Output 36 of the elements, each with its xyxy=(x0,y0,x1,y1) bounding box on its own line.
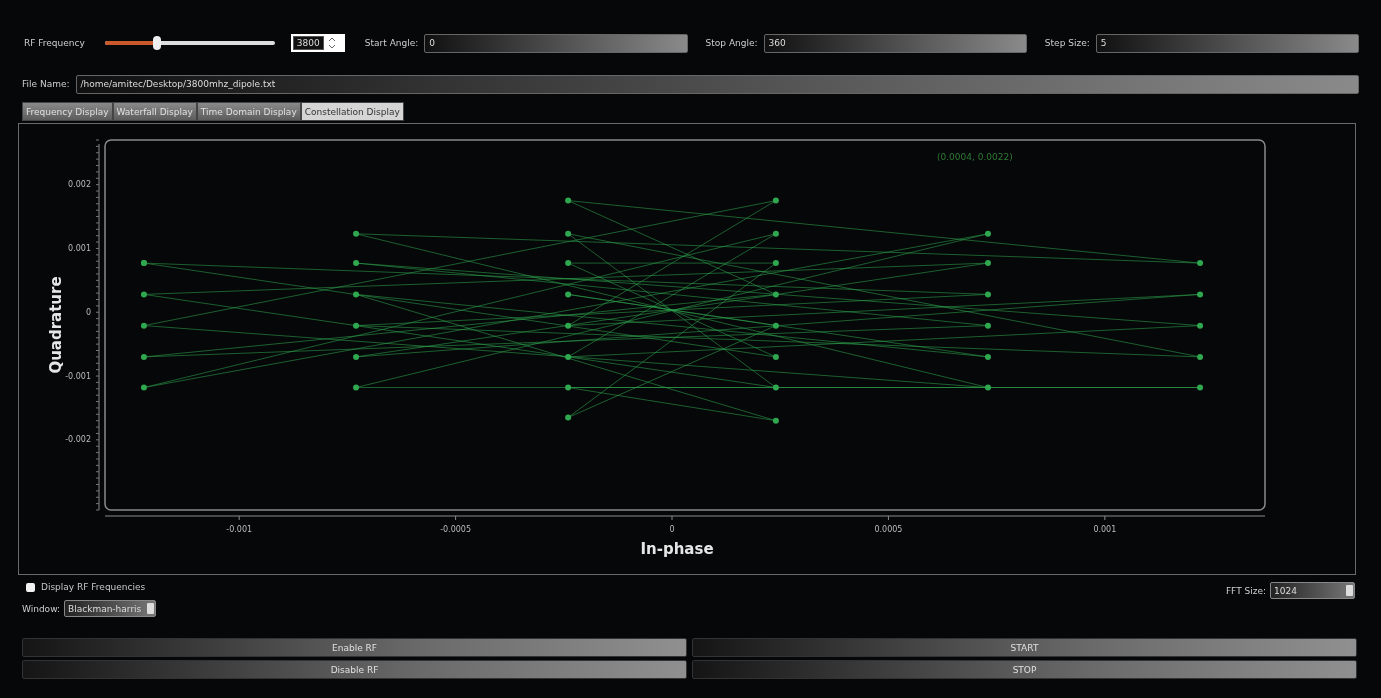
input-field[interactable]: 5 xyxy=(1095,33,1359,53)
tab[interactable]: Time Domain Display xyxy=(196,102,301,121)
action-button[interactable]: Enable RF xyxy=(22,638,687,657)
y-tick-label: 0.002 xyxy=(68,180,91,190)
fft-size-label: FFT Size: xyxy=(1225,585,1266,596)
tab[interactable]: Frequency Display xyxy=(22,102,113,121)
input-field[interactable]: 360 xyxy=(763,33,1027,53)
rf-frequency-label: RF Frequency xyxy=(24,38,85,48)
x-tick-label: -0.0005 xyxy=(440,525,472,534)
action-button[interactable]: Disable RF xyxy=(22,660,687,679)
x-axis-title: In-phase xyxy=(640,540,714,558)
y-axis-title: Quadrature xyxy=(47,276,65,374)
x-tick-label: 0 xyxy=(669,525,675,534)
tab[interactable]: Constellation Display xyxy=(300,102,404,121)
x-tick-label: -0.001 xyxy=(226,525,253,534)
y-tick-label: 0 xyxy=(85,307,91,317)
action-button[interactable]: START xyxy=(692,638,1357,657)
y-tick-label: 0.001 xyxy=(68,243,91,253)
y-tick-label: -0.002 xyxy=(65,435,91,445)
file-name-label: File Name: xyxy=(22,79,70,89)
action-button[interactable]: STOP xyxy=(692,660,1357,679)
field-label: Stop Angle: xyxy=(705,38,758,48)
window-label: Window: xyxy=(22,603,61,614)
y-tick-label: -0.001 xyxy=(65,371,91,381)
cursor-readout: (0.0004, 0.0022) xyxy=(937,152,1013,162)
field-label: Step Size: xyxy=(1044,38,1090,48)
frequency-spinbox[interactable]: 3800 xyxy=(290,34,345,52)
file-name-field[interactable]: /home/amitec/Desktop/3800mhz_dipole.txt xyxy=(75,74,1359,94)
x-tick-label: 0.001 xyxy=(1093,525,1117,534)
fft-size-dropdown[interactable]: 1024 xyxy=(1270,582,1355,599)
x-tick-label: 0.0005 xyxy=(874,525,903,534)
checkbox-label: Display RF Frequencies xyxy=(41,582,146,592)
input-field[interactable]: 0 xyxy=(424,33,688,53)
field-label: Start Angle: xyxy=(364,38,419,48)
window-dropdown[interactable]: Blackman-harris xyxy=(64,600,157,617)
tab[interactable]: Waterfall Display xyxy=(112,102,197,121)
